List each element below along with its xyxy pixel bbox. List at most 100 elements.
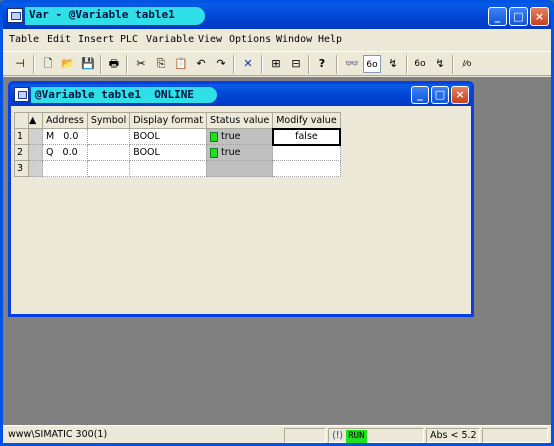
status-panel-end	[482, 428, 548, 443]
header-status-value[interactable]: Status value	[205, 112, 274, 129]
table-row[interactable]: 2 Q 0.0 BOOL true	[14, 144, 341, 161]
menu-view[interactable]: View	[198, 34, 222, 45]
accessible-nodes-icon[interactable]: ⊟	[287, 55, 305, 73]
new-icon[interactable]: 🗋	[39, 55, 57, 73]
variable-table-area: ▲ Address Symbol Display format Status v…	[12, 108, 470, 312]
help-icon[interactable]: ?	[313, 55, 331, 73]
save-icon[interactable]: 💾	[79, 55, 97, 73]
symbol-cell[interactable]	[86, 144, 131, 161]
variable-table: ▲ Address Symbol Display format Status v…	[14, 112, 342, 177]
toolbar-separator	[308, 55, 310, 74]
child-minimize-button[interactable]: _	[411, 86, 429, 104]
menu-bar: Table Edit Insert PLC Variable View Opti…	[3, 32, 551, 49]
toolbar: ⊣ 🗋 📂 💾 🖶 ✂ ⎘ 📋 ↶ ↷ ✕ ⊞ ⊟ ? 👓 6o ↯ 6o ↯ …	[3, 51, 551, 76]
update-modify-icon[interactable]: ↯	[431, 55, 449, 73]
format-cell[interactable]: BOOL	[129, 144, 207, 161]
select-all-icon[interactable]: ▲	[28, 112, 43, 129]
address-cell[interactable]: Q 0.0	[42, 144, 88, 161]
app-window: Var - @Variable table1 _ □ × Table Edit …	[0, 0, 554, 446]
force-icon[interactable]: /⁄o	[458, 55, 476, 73]
status-value: true	[220, 131, 241, 142]
menu-plc[interactable]: PLC	[120, 34, 138, 45]
child-title-bar[interactable]: @Variable table1 ONLINE _ □ ×	[11, 84, 471, 106]
menu-options[interactable]: Options	[229, 34, 271, 45]
address-offset: 0.0	[63, 131, 79, 142]
header-address[interactable]: Address	[42, 112, 88, 129]
monitor-icon[interactable]: 👓	[343, 55, 361, 73]
redo-icon[interactable]: ↷	[212, 55, 230, 73]
status-panel-empty	[284, 428, 326, 443]
child-maximize-button[interactable]: □	[431, 86, 449, 104]
format-cell[interactable]	[129, 160, 207, 177]
toolbar-separator	[452, 55, 454, 74]
header-modify-value[interactable]: Modify value	[272, 112, 341, 129]
print-icon[interactable]: 🖶	[105, 55, 123, 73]
row-selector[interactable]	[28, 160, 43, 177]
address-offset: 0.0	[62, 147, 78, 158]
title-bar[interactable]: Var - @Variable table1 _ □ ×	[3, 3, 551, 29]
toolbar-separator	[100, 55, 102, 74]
row-selector[interactable]	[28, 144, 43, 161]
menu-variable[interactable]: Variable	[146, 34, 194, 45]
header-display-format[interactable]: Display format	[129, 112, 207, 129]
close-button[interactable]: ×	[530, 7, 549, 26]
cut-icon[interactable]: ✂	[132, 55, 150, 73]
run-indicator: RUN	[346, 430, 367, 443]
status-mode: Abs < 5.2	[426, 428, 480, 443]
variable-table-window: @Variable table1 ONLINE _ □ × ▲ Address …	[8, 81, 474, 317]
menu-insert[interactable]: Insert	[78, 34, 114, 45]
address-area: M	[46, 131, 55, 142]
toolbar-separator	[126, 55, 128, 74]
row-selector[interactable]	[28, 128, 43, 145]
status-led-icon	[209, 131, 218, 142]
menu-table[interactable]: Table	[9, 34, 39, 45]
symbol-cell[interactable]	[86, 128, 131, 145]
open-icon[interactable]: 📂	[59, 55, 77, 73]
monitor-variable-icon[interactable]: 6o	[363, 55, 381, 73]
modify-variable-icon[interactable]: ↯	[384, 55, 402, 73]
address-cell[interactable]: M 0.0	[42, 128, 88, 145]
delete-icon[interactable]: ✕	[239, 55, 257, 73]
app-icon[interactable]	[7, 8, 23, 23]
menu-edit[interactable]: Edit	[47, 34, 71, 45]
header-symbol[interactable]: Symbol	[86, 112, 131, 129]
menu-window[interactable]: Window	[276, 34, 312, 45]
format-cell[interactable]: BOOL	[129, 128, 207, 145]
address-cell[interactable]	[42, 160, 88, 177]
row-number[interactable]: 1	[14, 128, 29, 145]
row-number[interactable]: 2	[14, 144, 29, 161]
table-row[interactable]: 3	[14, 160, 341, 177]
menu-help[interactable]: Help	[318, 34, 342, 45]
update-monitor-icon[interactable]: 6o	[411, 55, 429, 73]
toolbar-separator	[233, 55, 235, 74]
network-icon[interactable]: ⊞	[267, 55, 285, 73]
row-number[interactable]: 3	[14, 160, 29, 177]
table-row[interactable]: 1 M 0.0 BOOL true false	[14, 127, 342, 146]
modify-cell[interactable]: false	[271, 127, 342, 146]
status-cell: true	[205, 144, 274, 161]
modify-cell[interactable]	[272, 144, 341, 161]
window-title: Var - @Variable table1	[29, 8, 175, 21]
toolbar-separator	[33, 55, 35, 74]
status-value: true	[220, 147, 241, 158]
child-close-button[interactable]: ×	[451, 86, 469, 104]
table-window-icon[interactable]	[14, 87, 29, 102]
table-corner	[14, 112, 29, 129]
paste-icon[interactable]: 📋	[172, 55, 190, 73]
minimize-button[interactable]: _	[488, 7, 507, 26]
mdi-workspace: @Variable table1 ONLINE _ □ × ▲ Address …	[3, 77, 551, 425]
toolbar-separator	[261, 55, 263, 74]
address-area: Q	[46, 147, 54, 158]
status-bar: www\SIMATIC 300(1) ⟨!⟩ RUN Abs < 5.2	[3, 425, 551, 443]
modify-cell[interactable]	[272, 160, 341, 177]
symbol-cell[interactable]	[86, 160, 131, 177]
status-led-icon	[209, 147, 218, 158]
pin-icon[interactable]: ⊣	[11, 55, 29, 73]
maximize-button[interactable]: □	[509, 7, 528, 26]
toolbar-separator	[406, 55, 408, 74]
diagnostic-icon: ⟨!⟩	[332, 430, 344, 441]
undo-icon[interactable]: ↶	[192, 55, 210, 73]
copy-icon[interactable]: ⎘	[152, 55, 170, 73]
child-window-title: @Variable table1 ONLINE	[35, 88, 194, 101]
status-run-panel: ⟨!⟩ RUN	[328, 428, 424, 443]
